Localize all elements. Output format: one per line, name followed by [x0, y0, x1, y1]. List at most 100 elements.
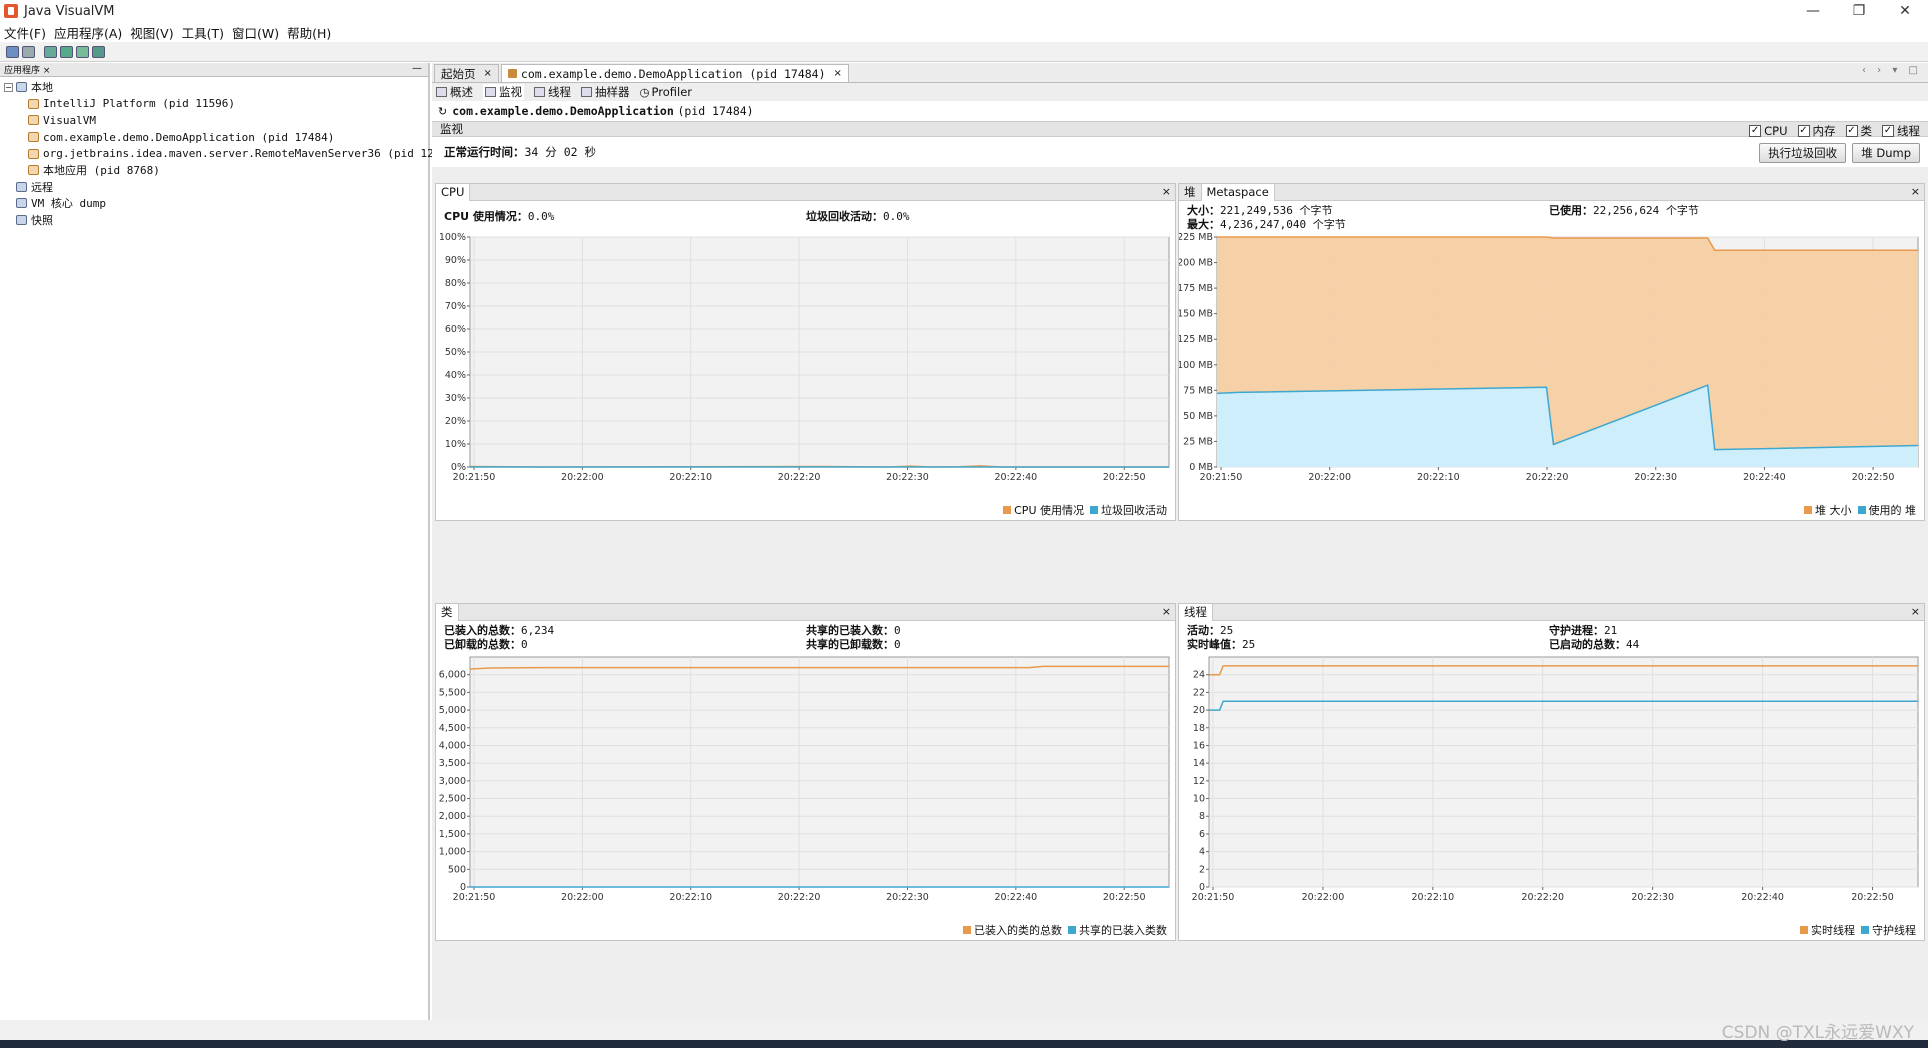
- window-title: Java VisualVM: [24, 3, 115, 19]
- menu-file[interactable]: 文件(F): [4, 23, 46, 42]
- started-threads-label: 已启动的总数：: [1549, 638, 1626, 651]
- x-tick-label: 20:21:50: [1192, 892, 1235, 903]
- close-icon[interactable]: ×: [1162, 185, 1171, 198]
- tree-node-label: IntelliJ Platform (pid 11596): [43, 97, 236, 111]
- tree-node[interactable]: IntelliJ Platform (pid 11596): [0, 96, 428, 113]
- x-tick-label: 20:22:20: [778, 472, 821, 483]
- y-tick-label: 20%: [445, 416, 466, 427]
- tab-heap[interactable]: 堆: [1179, 183, 1202, 201]
- menu-window[interactable]: 窗口(W): [232, 23, 279, 42]
- save-snapshot-icon[interactable]: [92, 45, 105, 58]
- legend-swatch: [1068, 926, 1076, 934]
- y-tick-label: 24: [1193, 670, 1205, 681]
- tree-node[interactable]: com.example.demo.DemoApplication (pid 17…: [0, 129, 428, 146]
- x-tick-label: 20:22:00: [561, 892, 604, 903]
- y-tick-label: 125 MB: [1179, 334, 1213, 345]
- tree-node[interactable]: 远程: [0, 179, 428, 196]
- x-tick-label: 20:22:40: [1743, 472, 1786, 483]
- y-tick-label: 2,000: [439, 811, 466, 822]
- tab-close-icon[interactable]: ×: [484, 68, 492, 79]
- tab-navigation-icons[interactable]: ‹ › ▾ □: [1862, 65, 1922, 76]
- perform-gc-button[interactable]: 执行垃圾回收: [1759, 143, 1847, 163]
- y-tick-label: 70%: [445, 301, 466, 312]
- y-tick-label: 2,500: [439, 794, 466, 805]
- unloaded-classes-label: 已卸载的总数：: [444, 638, 521, 651]
- menu-application[interactable]: 应用程序(A): [54, 23, 122, 42]
- compare-snapshot-icon[interactable]: [76, 45, 89, 58]
- menu-help[interactable]: 帮助(H): [287, 23, 331, 42]
- tree-node-label: 本地: [31, 81, 53, 95]
- tree-node[interactable]: − 本地: [0, 79, 428, 96]
- tab-close-icon[interactable]: ×: [834, 68, 842, 79]
- x-tick-label: 20:22:40: [1741, 892, 1784, 903]
- y-tick-label: 150 MB: [1179, 309, 1213, 320]
- close-icon[interactable]: ×: [1911, 185, 1920, 198]
- tree-node[interactable]: VM 核心 dump: [0, 195, 428, 212]
- y-tick-label: 100%: [439, 232, 466, 243]
- subtab-overview[interactable]: 概述: [436, 84, 473, 100]
- heap-used-label: 已使用：: [1549, 204, 1593, 217]
- x-tick-label: 20:22:50: [1103, 472, 1146, 483]
- expand-toggle-icon[interactable]: −: [4, 82, 13, 92]
- subtab-label: 概述: [450, 85, 473, 99]
- minimize-button[interactable]: —: [1790, 0, 1836, 22]
- legend-label: CPU 使用情况: [1014, 504, 1084, 517]
- y-tick-label: 4,500: [439, 723, 466, 734]
- checkbox-icon: ✓: [1882, 125, 1894, 137]
- tree-node[interactable]: 快照: [0, 212, 428, 229]
- legend-label: 实时线程: [1811, 924, 1855, 937]
- menu-view[interactable]: 视图(V): [130, 23, 173, 42]
- close-icon[interactable]: ×: [1162, 605, 1171, 618]
- heap-dump-button[interactable]: 堆 Dump: [1852, 143, 1920, 163]
- y-tick-label: 200 MB: [1179, 258, 1213, 269]
- add-jmx-icon[interactable]: [6, 45, 19, 58]
- close-icon[interactable]: ×: [1911, 605, 1920, 618]
- y-tick-label: 40%: [445, 370, 466, 381]
- y-tick-label: 500: [448, 864, 466, 875]
- tree-node[interactable]: 本地应用 (pid 8768): [0, 162, 428, 179]
- minimize-panel-button[interactable]: —: [412, 63, 422, 74]
- x-tick-label: 20:22:20: [1521, 892, 1564, 903]
- tab-demo-application[interactable]: com.example.demo.DemoApplication (pid 17…: [500, 64, 849, 82]
- uptime-value: 34 分 02 秒: [524, 145, 596, 159]
- menu-bar: 文件(F) 应用程序(A) 视图(V) 工具(T) 窗口(W) 帮助(H): [0, 22, 1928, 42]
- heap-legend: 堆 大小 使用的 堆: [1798, 502, 1916, 518]
- y-tick-label: 3,000: [439, 776, 466, 787]
- menu-tools[interactable]: 工具(T): [182, 23, 224, 42]
- tree-node[interactable]: org.jetbrains.idea.maven.server.RemoteMa…: [0, 145, 460, 162]
- subtab-profiler[interactable]: ◷ Profiler: [640, 85, 693, 99]
- gc-activity-value: 0.0%: [883, 210, 910, 223]
- x-tick-label: 20:22:50: [1103, 892, 1146, 903]
- close-window-button[interactable]: ✕: [1882, 0, 1928, 22]
- y-tick-label: 80%: [445, 278, 466, 289]
- y-tick-label: 3,500: [439, 758, 466, 769]
- maximize-button[interactable]: ❐: [1836, 0, 1882, 22]
- load-snapshot-icon[interactable]: [60, 45, 73, 58]
- subtab-threads[interactable]: 线程: [534, 84, 571, 100]
- y-tick-label: 18: [1193, 723, 1205, 734]
- os-taskbar: [0, 1040, 1928, 1048]
- x-tick-label: 20:22:10: [1417, 472, 1460, 483]
- subtab-monitor[interactable]: 监视: [483, 84, 524, 100]
- refresh-icon: ↻: [438, 104, 448, 118]
- x-tick-label: 20:22:40: [995, 892, 1038, 903]
- tree-node[interactable]: VisualVM: [0, 112, 428, 129]
- x-tick-label: 20:22:30: [886, 472, 929, 483]
- tab-start-page[interactable]: 起始页 ×: [434, 64, 499, 82]
- java-app-icon: [28, 132, 39, 143]
- add-coredump-icon[interactable]: [44, 45, 57, 58]
- applications-tab[interactable]: 应用程序 × —: [0, 63, 428, 77]
- cpu-legend: CPU 使用情况 垃圾回收活动: [997, 502, 1167, 518]
- legend-swatch: [1861, 926, 1869, 934]
- subtab-sampler[interactable]: 抽样器: [581, 84, 630, 100]
- monitor-header: 监视 ✓ CPU ✓ 内存 ✓ 类 ✓ 线程: [432, 121, 1928, 138]
- tree-node-label: 本地应用 (pid 8768): [43, 164, 160, 178]
- tab-metaspace[interactable]: Metaspace: [1201, 183, 1275, 201]
- classes-panel-title: 类: [436, 603, 459, 621]
- add-remote-host-icon[interactable]: [22, 45, 35, 58]
- y-tick-label: 50%: [445, 347, 466, 358]
- checkbox-icon: ✓: [1845, 125, 1858, 137]
- x-tick-label: 20:22:10: [669, 472, 712, 483]
- y-tick-label: 4: [1199, 847, 1205, 858]
- legend-label: 已装入的类的总数: [974, 924, 1062, 937]
